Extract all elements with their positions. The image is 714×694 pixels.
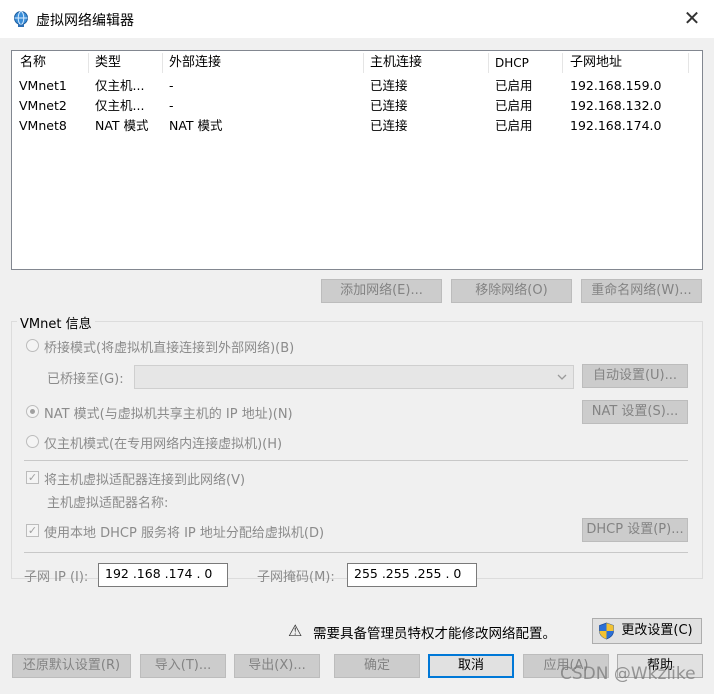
cell-type: 仅主机...	[95, 98, 145, 113]
add-network-button[interactable]: 添加网络(E)...	[321, 279, 442, 303]
warning-icon: ⚠	[288, 621, 303, 640]
divider	[24, 460, 688, 461]
cell-name: VMnet1	[19, 78, 67, 93]
cell-external: NAT 模式	[169, 118, 223, 133]
nat-mode-radio[interactable]	[26, 405, 39, 418]
cell-subnet: 192.168.159.0	[570, 78, 662, 93]
adapter-name-label: 主机虚拟适配器名称:	[47, 496, 169, 511]
nat-settings-button[interactable]: NAT 设置(S)...	[582, 400, 688, 424]
bridged-to-label: 已桥接至(G):	[47, 372, 124, 387]
uac-shield-icon	[598, 622, 615, 640]
subnet-mask-input[interactable]: 255 .255 .255 . 0	[347, 563, 477, 587]
column-header-subnet[interactable]: 子网地址	[570, 51, 622, 75]
window-title: 虚拟网络编辑器	[36, 13, 134, 29]
cancel-button[interactable]: 取消	[428, 654, 514, 678]
subnet-ip-label: 子网 IP (I):	[24, 570, 89, 585]
cell-external: -	[169, 78, 174, 93]
column-separator[interactable]	[162, 53, 163, 73]
subnet-ip-input[interactable]: 192 .168 .174 . 0	[98, 563, 228, 587]
network-globe-icon	[12, 10, 30, 28]
chevron-down-icon	[555, 370, 569, 384]
close-icon[interactable]: ✕	[680, 6, 704, 30]
column-separator[interactable]	[488, 53, 489, 73]
connect-adapter-label: 将主机虚拟适配器连接到此网络(V)	[44, 473, 246, 488]
cell-dhcp: 已启用	[495, 78, 533, 93]
cell-type: NAT 模式	[95, 118, 149, 133]
rename-network-button[interactable]: 重命名网络(W)...	[581, 279, 702, 303]
network-list[interactable]: 名称 类型 外部连接 主机连接 DHCP 子网地址 VMnet1 仅主机... …	[11, 50, 703, 270]
use-dhcp-checkbox[interactable]: ✓	[26, 524, 39, 537]
bridged-mode-radio[interactable]	[26, 339, 39, 352]
auto-settings-button[interactable]: 自动设置(U)...	[582, 364, 688, 388]
cell-dhcp: 已启用	[495, 118, 533, 133]
network-list-header: 名称 类型 外部连接 主机连接 DHCP 子网地址	[12, 51, 702, 75]
host-only-radio[interactable]	[26, 435, 39, 448]
column-header-dhcp[interactable]: DHCP	[495, 51, 529, 75]
cell-host: 已连接	[370, 78, 408, 93]
restore-defaults-button[interactable]: 还原默认设置(R)	[12, 654, 131, 678]
connect-adapter-checkbox[interactable]: ✓	[26, 471, 39, 484]
import-button[interactable]: 导入(T)...	[140, 654, 226, 678]
ok-button[interactable]: 确定	[334, 654, 420, 678]
cell-type: 仅主机...	[95, 78, 145, 93]
cell-name: VMnet2	[19, 98, 67, 113]
nat-mode-label: NAT 模式(与虚拟机共享主机的 IP 地址)(N)	[44, 407, 293, 422]
cell-name: VMnet8	[19, 118, 67, 133]
remove-network-button[interactable]: 移除网络(O)	[451, 279, 572, 303]
column-header-name[interactable]: 名称	[20, 51, 46, 75]
cell-dhcp: 已启用	[495, 98, 533, 113]
admin-message: 需要具备管理员特权才能修改网络配置。	[313, 626, 556, 642]
subnet-mask-label: 子网掩码(M):	[257, 570, 335, 585]
cell-host: 已连接	[370, 98, 408, 113]
cell-subnet: 192.168.132.0	[570, 98, 662, 113]
column-separator[interactable]	[363, 53, 364, 73]
watermark: CSDN @Wkzlike	[560, 664, 696, 684]
host-only-label: 仅主机模式(在专用网络内连接虚拟机)(H)	[44, 437, 283, 452]
column-separator[interactable]	[88, 53, 89, 73]
table-row[interactable]: VMnet8 NAT 模式 NAT 模式 已连接 已启用 192.168.174…	[12, 116, 702, 136]
cell-subnet: 192.168.174.0	[570, 118, 662, 133]
column-header-host[interactable]: 主机连接	[370, 51, 422, 75]
table-row[interactable]: VMnet1 仅主机... - 已连接 已启用 192.168.159.0	[12, 76, 702, 96]
bridged-to-dropdown[interactable]	[134, 365, 574, 389]
vmnet-info-label: VMnet 信息	[17, 313, 95, 332]
cell-host: 已连接	[370, 118, 408, 133]
column-header-type[interactable]: 类型	[95, 51, 121, 75]
column-separator[interactable]	[562, 53, 563, 73]
column-header-external[interactable]: 外部连接	[169, 51, 221, 75]
use-dhcp-label: 使用本地 DHCP 服务将 IP 地址分配给虚拟机(D)	[44, 526, 325, 541]
bridged-mode-label: 桥接模式(将虚拟机直接连接到外部网络)(B)	[44, 341, 295, 356]
export-button[interactable]: 导出(X)...	[234, 654, 320, 678]
dhcp-settings-button[interactable]: DHCP 设置(P)...	[582, 518, 688, 542]
table-row[interactable]: VMnet2 仅主机... - 已连接 已启用 192.168.132.0	[12, 96, 702, 116]
cell-external: -	[169, 98, 174, 113]
divider	[24, 552, 688, 553]
column-separator[interactable]	[688, 53, 689, 73]
